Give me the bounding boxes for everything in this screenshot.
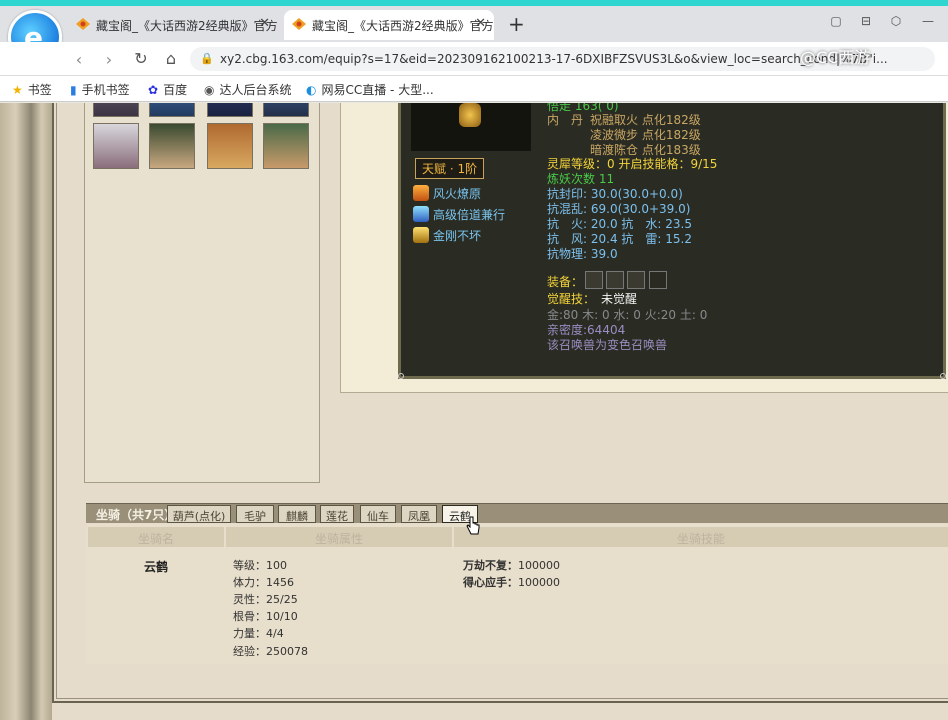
pet-skill[interactable]: 金刚不坏	[413, 227, 481, 244]
mount-skill: 得心应手：100000	[463, 576, 560, 589]
mount-title: 坐骑（共7只）	[96, 508, 177, 522]
equip-label: 装备：	[547, 275, 584, 289]
bookmark-item[interactable]: ▮ 手机书签	[70, 81, 130, 98]
awaken-value: 未觉醒	[601, 292, 638, 306]
avatar[interactable]	[263, 103, 309, 117]
mount-attribute: 根骨：10/10	[233, 610, 298, 623]
column-header: 坐骑名	[88, 527, 224, 547]
url-text: xy2.cbg.163.com/equip?s=17&eid=202309162…	[220, 52, 888, 66]
tab-list-icon[interactable]: ▢	[828, 14, 844, 28]
wind-skill-icon	[413, 206, 429, 222]
mount-name: 云鹤	[144, 560, 169, 574]
forward-icon[interactable]: ›	[100, 50, 118, 69]
hand-cursor-icon	[466, 516, 480, 535]
mount-tab[interactable]: 仙车	[360, 505, 396, 523]
mount-attribute: 经验：250078	[233, 645, 308, 658]
minimize-icon[interactable]: —	[920, 14, 936, 28]
tab-title: 藏宝阁_《大话西游2经典版》官方	[312, 19, 494, 33]
pet-detail-panel: 天赋 · 1阶 风火燎原 高级倍道兼行 金刚不坏 悟走 163( 0) 内 丹 …	[398, 103, 946, 379]
cbg-favicon-icon	[292, 18, 306, 30]
mount-attribute: 等级：100	[233, 559, 287, 572]
cc-icon: ◐	[306, 83, 317, 97]
extensions-icon[interactable]: ⬡	[888, 14, 904, 28]
mount-attribute: 力量：4/4	[233, 627, 284, 640]
shield-skill-icon	[413, 227, 429, 243]
equip-slot[interactable]	[606, 271, 624, 289]
cbg-favicon-icon	[76, 18, 90, 30]
tab-cbg-2[interactable]: 藏宝阁_《大话西游2经典版》官方 ✕	[284, 10, 494, 40]
collections-icon[interactable]: ⊟	[858, 14, 874, 28]
talent-badge: 天赋 · 1阶	[415, 158, 485, 179]
bookmark-item[interactable]: ★ 书签	[12, 81, 52, 98]
equip-slot[interactable]	[649, 271, 667, 289]
column-header: 坐骑技能	[454, 527, 948, 547]
variant-note: 该召唤兽为变色召唤兽	[547, 338, 668, 352]
mount-tab[interactable]: 莲花	[320, 505, 354, 523]
star-icon: ★	[12, 83, 23, 97]
equip-slot[interactable]	[627, 271, 645, 289]
mount-skill: 万劫不复：100000	[463, 559, 560, 572]
character-list-panel	[84, 103, 320, 483]
decorative-border	[0, 103, 52, 720]
avatar[interactable]	[207, 123, 253, 169]
pet-sprite	[459, 103, 481, 127]
bookmark-item[interactable]: ✿ 百度	[148, 81, 187, 98]
awaken-label: 觉醒技：	[547, 292, 596, 306]
tab-title: 藏宝阁_《大话西游2经典版》官方	[96, 19, 278, 33]
tab-cbg-1[interactable]: 藏宝阁_《大话西游2经典版》官方 ✕	[68, 10, 278, 40]
avatar[interactable]	[93, 123, 139, 169]
column-header: 坐骑属性	[226, 527, 452, 547]
lock-icon: 🔒	[200, 52, 214, 65]
bookmark-item[interactable]: ◉ 达人后台系统	[204, 81, 292, 98]
avatar[interactable]	[149, 123, 195, 169]
mount-tab[interactable]: 麒麟	[278, 505, 316, 523]
corner-decoration	[940, 373, 946, 379]
back-icon[interactable]: ‹	[70, 50, 88, 69]
pet-skill[interactable]: 风火燎原	[413, 185, 481, 202]
mount-tab[interactable]: 葫芦(点化)	[167, 505, 231, 523]
baidu-icon: ✿	[148, 83, 159, 97]
corner-decoration	[398, 373, 404, 379]
pet-skill[interactable]: 高级倍道兼行	[413, 206, 505, 223]
resist-physical: 抗物理: 39.0	[547, 247, 618, 261]
avatar[interactable]	[207, 103, 253, 117]
new-tab-icon[interactable]: +	[508, 12, 525, 36]
phone-icon: ▮	[70, 83, 77, 97]
tab-close-icon[interactable]: ✕	[475, 16, 486, 31]
avatar[interactable]	[149, 103, 195, 117]
mount-tab[interactable]: 凤凰	[401, 505, 437, 523]
neidan-label: 内 丹	[547, 113, 584, 127]
tab-close-icon[interactable]: ✕	[259, 16, 270, 31]
home-icon[interactable]: ⌂	[162, 49, 180, 68]
mount-attribute: 体力：1456	[233, 576, 294, 589]
watermark: @CC西游	[800, 48, 871, 67]
avatar[interactable]	[263, 123, 309, 169]
pet-image	[411, 103, 531, 151]
reload-icon[interactable]: ↻	[132, 49, 150, 68]
bookmarks-bar: ★ 书签 ▮ 手机书签 ✿ 百度 ◉ 达人后台系统 ◐ 网易CC直播 - 大型...	[0, 76, 948, 102]
avatar[interactable]	[93, 103, 139, 117]
link-icon: ◉	[204, 83, 215, 97]
mount-tab[interactable]: 毛驴	[236, 505, 274, 523]
bookmark-item[interactable]: ◐ 网易CC直播 - 大型...	[306, 81, 434, 98]
mount-attribute: 灵性：25/25	[233, 593, 298, 606]
fire-skill-icon	[413, 185, 429, 201]
equip-slot[interactable]	[585, 271, 603, 289]
